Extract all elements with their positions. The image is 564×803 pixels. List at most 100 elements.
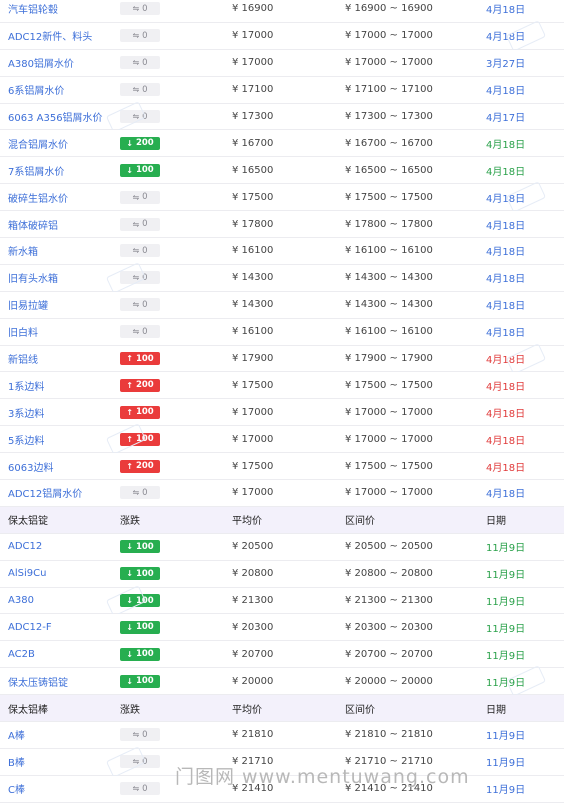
product-name-link[interactable]: 5系边料 <box>8 426 44 452</box>
product-name-link[interactable]: 新铝线 <box>8 346 38 372</box>
arrow-up-icon: ↑ <box>126 461 133 471</box>
price-range: ¥ 21810 ~ 21810 <box>345 729 433 741</box>
site-watermark: 门图网 www.mentuwang.com <box>175 766 470 788</box>
price-range: ¥ 16700 ~ 16700 <box>345 137 433 149</box>
date-cell: 4月18日 <box>486 220 526 232</box>
table-row[interactable]: 旧白料 ⇋ 0 ¥ 16100 ¥ 16100 ~ 16100 4月18日 <box>0 318 564 346</box>
change-badge: ⇋ 0 <box>120 782 160 796</box>
change-cell: ⇋ 0 <box>120 319 160 345</box>
section-header-row: 保太铝锭 涨跌 平均价 区间价 日期 <box>0 506 564 534</box>
price-range: ¥ 17000 ~ 17000 <box>345 433 433 445</box>
product-name-link[interactable]: 6063 A356铝屑水价 <box>8 104 103 130</box>
average-price: ¥ 14300 <box>232 299 274 311</box>
change-badge: ⇋ 0 <box>120 190 160 204</box>
table-row[interactable]: 7系铝屑水价 ↓ 100 ¥ 16500 ¥ 16500 ~ 16500 4月18日 <box>0 157 564 185</box>
change-value: 100 <box>135 541 154 552</box>
change-value: 100 <box>135 649 154 660</box>
table-row[interactable]: A棒 ⇋ 0 ¥ 21810 ¥ 21810 ~ 21810 11月9日 <box>0 722 564 749</box>
product-name-link[interactable]: 旧有头水箱 <box>8 265 58 291</box>
change-value: 0 <box>142 487 148 498</box>
table-row[interactable]: 6系铝屑水价 ⇋ 0 ¥ 17100 ¥ 17100 ~ 17100 4月18日 <box>0 76 564 104</box>
product-name-link[interactable]: ADC12 <box>8 534 42 560</box>
change-badge: ⇋ 0 <box>120 298 160 312</box>
product-name-link[interactable]: AC2B <box>8 641 35 667</box>
product-name-link[interactable]: A380 <box>8 588 34 614</box>
table-row[interactable]: 新水箱 ⇋ 0 ¥ 16100 ¥ 16100 ~ 16100 4月18日 <box>0 238 564 265</box>
product-name-link[interactable]: 7系铝屑水价 <box>8 157 64 183</box>
change-badge: ⇋ 0 <box>120 325 160 339</box>
product-name-link[interactable]: ADC12铝屑水价 <box>8 480 82 506</box>
change-badge: ⇋ 0 <box>120 486 160 500</box>
product-name-link[interactable]: 6063边料 <box>8 453 53 479</box>
change-cell: ↑ 200 <box>120 453 160 479</box>
date-cell: 11月9日 <box>486 597 526 609</box>
product-name-link[interactable]: A棒 <box>8 722 25 748</box>
table-row[interactable]: 箱体破碎铝 ⇋ 0 ¥ 17800 ¥ 17800 ~ 17800 4月18日 <box>0 211 564 239</box>
average-price: ¥ 20500 <box>232 541 274 553</box>
change-cell: ↓ 100 <box>120 157 160 183</box>
column-header-date: 日期 <box>486 704 506 716</box>
table-row[interactable]: 破碎生铝水价 ⇋ 0 ¥ 17500 ¥ 17500 ~ 17500 4月18日 <box>0 181 564 213</box>
table-row[interactable]: 6063 A356铝屑水价 ⇋ 0 ¥ 17300 ¥ 17300 ~ 17300 4月1… <box>0 100 564 133</box>
product-name-link[interactable]: 保太压铸铝锭 <box>8 668 68 694</box>
section-title: 保太铝锭 <box>8 516 48 528</box>
table-row[interactable]: ADC12铝屑水价 ⇋ 0 ¥ 17000 ¥ 17000 ~ 17000 4月18日 <box>0 480 564 507</box>
change-value: 100 <box>135 165 154 176</box>
change-value: 0 <box>142 729 148 740</box>
change-badge: ↓ 100 <box>120 540 160 554</box>
change-cell: ⇋ 0 <box>120 776 160 802</box>
product-name-link[interactable]: 旧易拉罐 <box>8 292 48 318</box>
product-name-link[interactable]: AlSi9Cu <box>8 561 46 587</box>
product-name-link[interactable]: 新水箱 <box>8 238 38 264</box>
table-row[interactable]: A380 ↓ 100 ¥ 21300 ¥ 21300 ~ 21300 11月9日 <box>0 584 564 617</box>
product-name-link[interactable]: 1系边料 <box>8 372 44 398</box>
arrow-up-icon: ↑ <box>126 407 133 417</box>
product-name-link[interactable]: 6系铝屑水价 <box>8 77 64 103</box>
change-badge: ⇋ 0 <box>120 728 160 742</box>
table-row[interactable]: 1系边料 ↑ 200 ¥ 17500 ¥ 17500 ~ 17500 4月18日 <box>0 372 564 400</box>
table-row[interactable]: ADC12 ↓ 100 ¥ 20500 ¥ 20500 ~ 20500 11月9日 <box>0 533 564 561</box>
product-name-link[interactable]: ADC12-F <box>8 614 52 640</box>
change-cell: ⇋ 0 <box>120 480 160 506</box>
product-name-link[interactable]: B棒 <box>8 749 25 775</box>
product-name-link[interactable]: 旧白料 <box>8 319 38 345</box>
product-name-link[interactable]: 箱体破碎铝 <box>8 211 58 237</box>
date-cell: 4月18日 <box>486 86 526 98</box>
product-name-link[interactable]: ADC12新件、料头 <box>8 23 92 49</box>
table-row[interactable]: ADC12新件、料头 ⇋ 0 ¥ 17000 ¥ 17000 ~ 17000 4月18日 <box>0 20 564 52</box>
table-row[interactable]: 旧有头水箱 ⇋ 0 ¥ 14300 ¥ 14300 ~ 14300 4月18日 <box>0 262 564 294</box>
price-range: ¥ 17000 ~ 17000 <box>345 57 433 69</box>
date-cell: 3月27日 <box>486 59 526 71</box>
table-row[interactable]: AlSi9Cu ↓ 100 ¥ 20800 ¥ 20800 ~ 20800 11月9日 <box>0 560 564 588</box>
average-price: ¥ 17300 <box>232 111 274 122</box>
average-price: ¥ 17000 <box>232 433 274 445</box>
change-badge: ↓ 200 <box>120 136 160 150</box>
table-row[interactable]: 新铝线 ↑ 100 ¥ 17900 ¥ 17900 ~ 17900 4月18日 <box>0 342 564 375</box>
date-cell: 4月18日 <box>486 166 526 178</box>
table-row[interactable]: A380铝屑水价 ⇋ 0 ¥ 17000 ¥ 17000 ~ 17000 3月27日 <box>0 49 564 77</box>
product-name-link[interactable]: 汽车铝轮毂 <box>8 0 58 22</box>
table-row[interactable]: 保太压铸铝锭 ↓ 100 ¥ 20000 ¥ 20000 ~ 20000 11月9日 <box>0 665 564 698</box>
price-range: ¥ 17300 ~ 17300 <box>345 111 433 122</box>
change-badge: ↓ 100 <box>120 620 160 634</box>
table-row[interactable]: 汽车铝轮毂 ⇋ 0 ¥ 16900 ¥ 16900 ~ 16900 4月18日 <box>0 0 564 23</box>
table-row[interactable]: 混合铝屑水价 ↓ 200 ¥ 16700 ¥ 16700 ~ 16700 4月18日 <box>0 130 564 158</box>
product-name-link[interactable]: 3系边料 <box>8 399 44 425</box>
price-range: ¥ 16900 ~ 16900 <box>345 3 433 15</box>
table-row[interactable]: 旧易拉罐 ⇋ 0 ¥ 14300 ¥ 14300 ~ 14300 4月18日 <box>0 291 564 319</box>
date-cell: 4月18日 <box>486 5 526 17</box>
table-row[interactable]: 6063边料 ↑ 200 ¥ 17500 ¥ 17500 ~ 17500 4月18日 <box>0 453 564 481</box>
product-name-link[interactable]: A380铝屑水价 <box>8 50 74 76</box>
section-header-row: 保太铝棒 涨跌 平均价 区间价 日期 <box>0 695 564 723</box>
change-badge: ↓ 100 <box>120 567 160 581</box>
date-cell: 4月18日 <box>486 489 526 501</box>
product-name-link[interactable]: 破碎生铝水价 <box>8 184 68 210</box>
table-row[interactable]: AC2B ↓ 100 ¥ 20700 ¥ 20700 ~ 20700 11月9日 <box>0 641 564 669</box>
table-row[interactable]: 5系边料 ↑ 100 ¥ 17000 ¥ 17000 ~ 17000 4月18日 <box>0 423 564 456</box>
table-row[interactable]: ADC12-F ↓ 100 ¥ 20300 ¥ 20300 ~ 20300 11月9日 <box>0 614 564 642</box>
product-name-link[interactable]: 混合铝屑水价 <box>8 130 68 156</box>
change-badge: ↑ 100 <box>120 352 160 366</box>
product-name-link[interactable]: C棒 <box>8 776 25 802</box>
average-price: ¥ 20700 <box>232 648 274 660</box>
table-row[interactable]: 3系边料 ↑ 100 ¥ 17000 ¥ 17000 ~ 17000 4月18日 <box>0 399 564 427</box>
